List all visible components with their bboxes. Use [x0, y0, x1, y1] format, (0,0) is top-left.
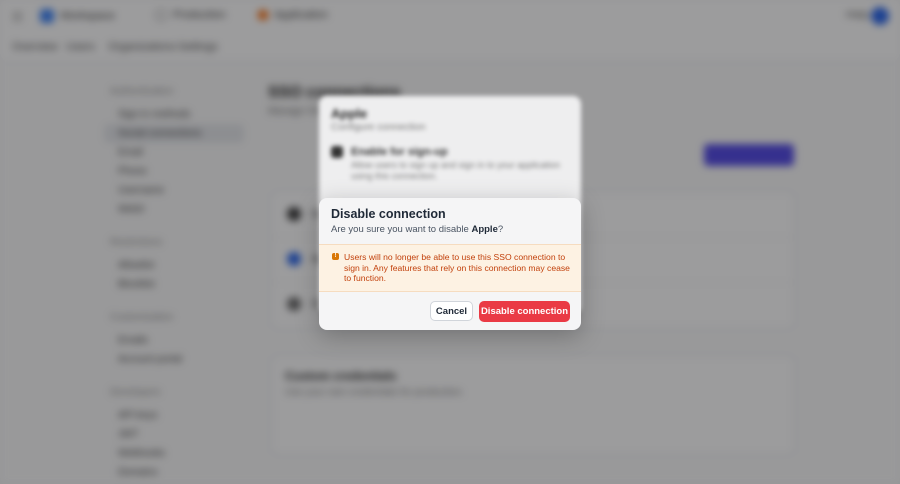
provider-name: Apple [471, 224, 498, 235]
dialog-message-prefix: Are you sure you want to disable [331, 224, 472, 235]
warning-callout: ! Users will no longer be able to use th… [319, 244, 581, 292]
warning-icon: ! [332, 253, 339, 260]
option-title: Enable for sign-up [351, 146, 448, 158]
disable-connection-button[interactable]: Disable connection [479, 301, 570, 322]
cancel-button[interactable]: Cancel [430, 301, 473, 321]
dialog-title: Disable connection [331, 207, 446, 221]
dialog-message-suffix: ? [497, 224, 504, 235]
warning-text: Users will no longer be able to use this… [344, 252, 570, 284]
dialog-subtitle: Configure connection [331, 122, 426, 133]
option-description: Allow users to sign up and sign in to yo… [351, 160, 561, 181]
disable-connection-dialog: Disable connection Are you sure you want… [319, 198, 581, 330]
dialog-message: Are you sure you want to disable Apple? [331, 224, 503, 235]
dialog-title: Apple [331, 106, 368, 121]
enable-checkbox[interactable] [331, 146, 343, 158]
